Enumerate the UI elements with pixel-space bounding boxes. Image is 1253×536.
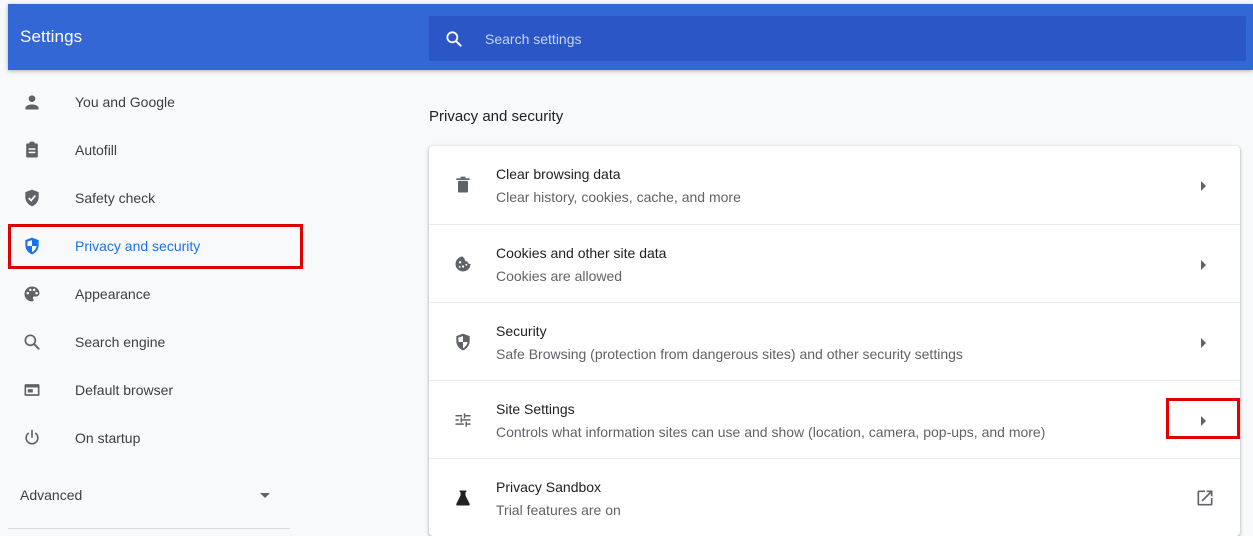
search-box[interactable] xyxy=(429,16,1246,61)
advanced-toggle[interactable]: Advanced xyxy=(8,470,290,518)
row-subtitle: Safe Browsing (protection from dangerous… xyxy=(496,346,963,362)
arrow-right-icon[interactable] xyxy=(1201,338,1206,348)
browser-window-icon xyxy=(24,384,40,396)
settings-header: Settings xyxy=(8,4,1253,70)
power-icon xyxy=(25,429,39,445)
row-title: Security xyxy=(496,323,547,339)
row-privacy-sandbox[interactable]: Privacy Sandbox Trial features are on xyxy=(429,458,1240,536)
row-subtitle: Cookies are allowed xyxy=(496,268,623,284)
chevron-down-icon xyxy=(260,493,270,498)
row-clear-browsing-data[interactable]: Clear browsing data Clear history, cooki… xyxy=(429,146,1240,224)
row-title: Clear browsing data xyxy=(496,166,621,182)
sidebar-item-label: Privacy and security xyxy=(75,238,201,254)
palette-icon xyxy=(24,286,40,302)
app-title: Settings xyxy=(20,27,83,46)
sidebar-item-label: Search engine xyxy=(75,334,166,350)
sidebar-item-search-engine[interactable]: Search engine xyxy=(8,318,300,366)
sidebar-item-autofill[interactable]: Autofill xyxy=(8,126,300,174)
sidebar-item-appearance[interactable]: Appearance xyxy=(8,270,300,318)
clipboard-icon xyxy=(26,141,38,158)
sidebar-item-safety-check[interactable]: Safety check xyxy=(8,174,300,222)
advanced-label: Advanced xyxy=(20,487,83,503)
shield-half-icon xyxy=(25,237,39,255)
sidebar-item-on-startup[interactable]: On startup xyxy=(8,414,300,462)
sidebar-item-label: Appearance xyxy=(75,286,151,302)
row-title: Site Settings xyxy=(496,401,575,417)
trash-icon xyxy=(456,176,470,193)
row-site-settings[interactable]: Site Settings Controls what information … xyxy=(429,380,1240,458)
arrow-right-icon[interactable] xyxy=(1201,260,1206,270)
row-title: Privacy Sandbox xyxy=(496,479,602,495)
sidebar-item-label: You and Google xyxy=(75,94,175,110)
row-security[interactable]: Security Safe Browsing (protection from … xyxy=(429,302,1240,380)
tune-sliders-icon xyxy=(455,413,471,427)
sidebar-item-label: Autofill xyxy=(75,142,118,158)
flask-icon xyxy=(456,490,470,506)
shield-half-icon xyxy=(456,333,470,351)
sidebar-item-you-and-google[interactable]: You and Google xyxy=(8,78,300,126)
cookie-icon xyxy=(455,256,471,272)
sidebar-item-label: Safety check xyxy=(75,190,156,206)
privacy-settings-card: Clear browsing data Clear history, cooki… xyxy=(429,146,1240,536)
search-icon xyxy=(24,334,40,350)
row-subtitle: Trial features are on xyxy=(496,502,621,518)
sidebar-item-label: On startup xyxy=(75,430,141,446)
shield-check-icon xyxy=(25,189,39,207)
arrow-right-icon[interactable] xyxy=(1201,416,1206,426)
section-title: Privacy and security xyxy=(429,108,564,125)
sidebar-item-privacy-and-security[interactable]: Privacy and security xyxy=(8,222,300,270)
row-subtitle: Clear history, cookies, cache, and more xyxy=(496,189,741,205)
person-icon xyxy=(25,95,39,110)
search-input[interactable] xyxy=(483,24,1223,53)
sidebar-item-default-browser[interactable]: Default browser xyxy=(8,366,300,414)
sidebar-divider xyxy=(8,528,290,529)
row-subtitle: Controls what information sites can use … xyxy=(496,424,1046,440)
open-in-new-icon[interactable] xyxy=(1195,488,1215,508)
arrow-right-icon[interactable] xyxy=(1201,181,1206,191)
search-icon[interactable] xyxy=(444,29,464,49)
sidebar-item-label: Default browser xyxy=(75,382,174,398)
row-title: Cookies and other site data xyxy=(496,245,667,261)
row-cookies[interactable]: Cookies and other site data Cookies are … xyxy=(429,224,1240,302)
